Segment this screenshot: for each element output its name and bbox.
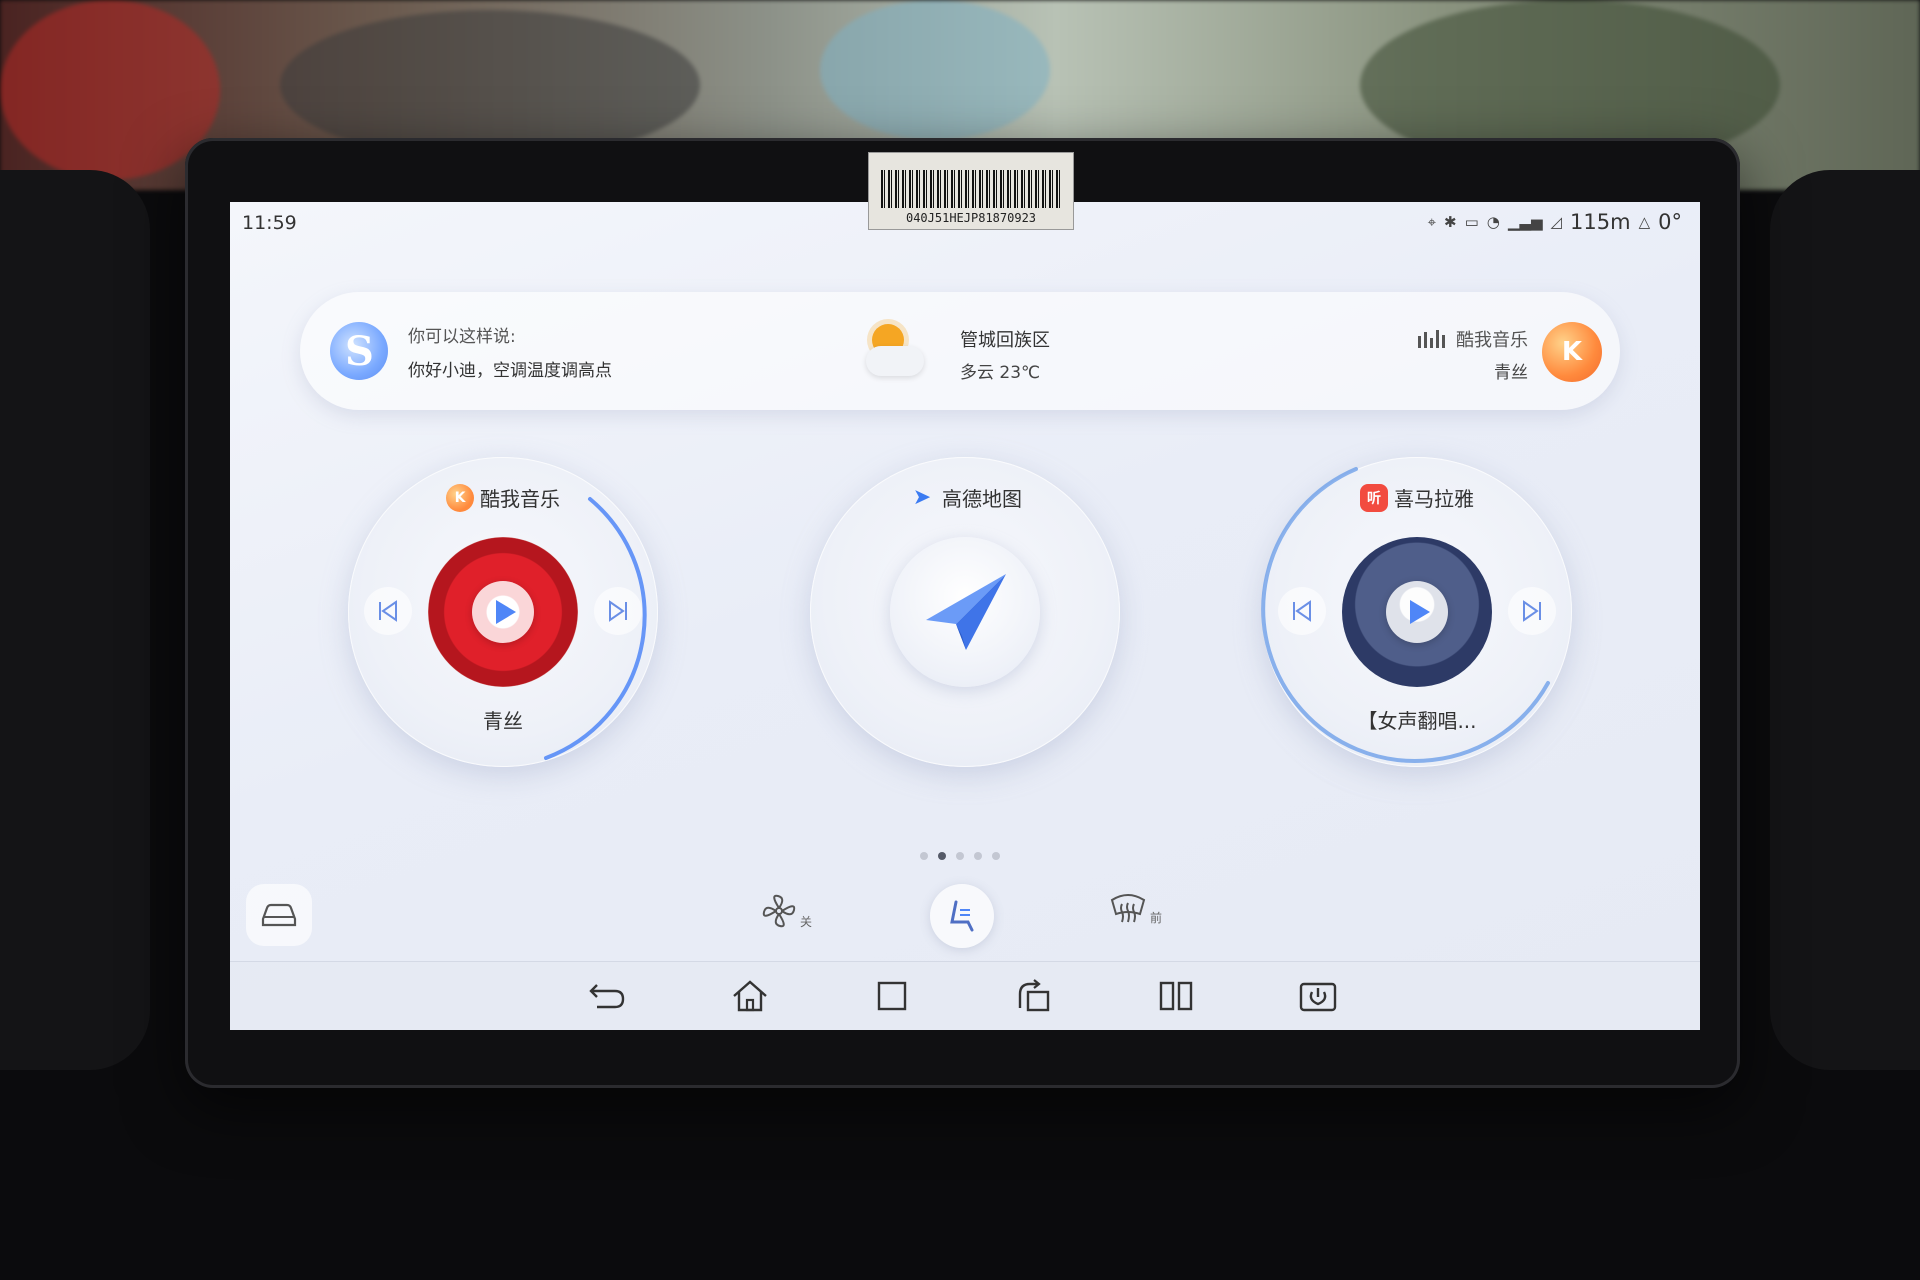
mini-music-app[interactable]: 酷我音乐 [1418,326,1528,352]
barcode-number: 040J51HEJP81870923 [905,211,1037,225]
play-icon [1409,600,1430,624]
card-header: K 酷我音乐 [348,483,658,512]
altitude-value: 115m [1570,210,1631,234]
rotate-screen-icon [1018,979,1050,1012]
voice-assistant-icon[interactable]: S [330,322,388,380]
partly-cloudy-icon [860,320,930,380]
skip-next-icon [1523,600,1541,622]
previous-track-button[interactable] [364,587,412,635]
recent-apps-button[interactable] [871,976,913,1016]
page-dot[interactable] [920,852,928,860]
system-navigation-bar [230,961,1700,1030]
slope-icon: △ [1638,213,1651,231]
mini-music-song: 青丝 [1494,363,1528,383]
infotainment-screen: 11:59 ⌖ ✱ ▭ ◔ ▁▃▅ ◿ 115m △ 0° S 你可以这样说: … [230,202,1700,1030]
split-screen-button[interactable] [1155,976,1197,1016]
current-song: 青丝 [483,709,523,733]
ximalaya-app-icon: 听 [1360,483,1388,512]
card-header: 听 喜马拉雅 [1262,483,1572,512]
play-icon [495,600,516,624]
car-status-icon: ▭ [1464,213,1479,231]
barcode [881,170,1061,208]
card-app-name: 酷我音乐 [480,487,560,511]
back-arrow-icon [589,984,625,1009]
home-icon [733,980,767,1012]
voice-hint-title: 你可以这样说: [408,327,516,347]
status-time: 11:59 [242,212,297,234]
signal-icon: ▁▃▅ [1507,213,1543,231]
page-dot-active[interactable] [938,852,946,860]
barcode-sticker: 040J51HEJP81870923 [868,152,1074,230]
front-defrost-button[interactable]: 前 [1108,892,1162,926]
ximalaya-card[interactable]: 听 喜马拉雅 【女声翻唱... [1261,457,1572,767]
amap-navigation-card[interactable]: ➤ 高德地图 [810,457,1120,767]
amap-app-icon: ➤ [912,485,932,510]
play-button[interactable] [472,581,534,643]
back-button[interactable] [587,976,629,1016]
power-icon [1299,982,1337,1012]
square-icon [877,981,907,1011]
page-dot[interactable] [974,852,982,860]
album-cover [428,537,578,687]
kuwo-music-card[interactable]: K 酷我音乐 青丝 [348,457,658,767]
vehicle-button[interactable] [246,884,312,946]
car-icon [261,903,297,927]
next-track-button[interactable] [1508,587,1556,635]
climate-control-row: 关 前 [230,880,1700,954]
skip-previous-icon [379,600,397,622]
seat-ventilation-button[interactable] [930,884,994,948]
skip-previous-icon [1293,600,1311,622]
skip-next-icon [609,600,627,622]
slope-value: 0° [1658,210,1682,234]
page-dot[interactable] [992,852,1000,860]
front-defrost-icon [1110,894,1146,923]
dashboard-left-vent [0,170,150,1070]
audio-bars-icon [1418,330,1445,348]
previous-track-button[interactable] [1278,587,1326,635]
wifi-icon: ◔ [1486,213,1500,231]
paper-plane-icon [926,574,1006,650]
fan-icon [762,894,796,928]
mini-music-app-name: 酷我音乐 [1456,330,1528,351]
card-app-name: 喜马拉雅 [1394,487,1474,511]
next-track-button[interactable] [594,587,642,635]
fan-button[interactable]: 关 [760,892,812,930]
altitude-icon: ◿ [1550,213,1563,231]
play-button[interactable] [1386,581,1448,643]
location-icon: ⌖ [1427,213,1437,231]
voice-hint-text: 你好小迪，空调温度调高点 [408,361,612,381]
rotate-screen-button[interactable] [1013,976,1055,1016]
split-screen-icon [1159,981,1193,1011]
card-header: ➤ 高德地图 [810,483,1120,512]
weather-info: 多云 23℃ [960,363,1041,383]
weather-location[interactable]: 管城回族区 [960,326,1050,352]
status-bar-right: ⌖ ✱ ▭ ◔ ▁▃▅ ◿ 115m △ 0° [1428,210,1682,234]
voice-assistant-bar[interactable]: S 你可以这样说: 你好小迪，空调温度调高点 管城回族区 多云 23℃ 酷我音乐… [300,292,1620,410]
fan-state: 关 [800,915,813,929]
page-indicator [920,852,1000,860]
home-button[interactable] [729,976,771,1016]
dashboard-right-vent [1770,170,1920,1070]
album-cover [1342,537,1492,687]
kuwo-app-icon: K [446,483,474,512]
screen-off-button[interactable] [1297,976,1339,1016]
defrost-state: 前 [1150,911,1163,925]
page-dot[interactable] [956,852,964,860]
card-app-name: 高德地图 [942,487,1022,511]
current-episode: 【女声翻唱... [1357,709,1477,733]
bluetooth-icon: ✱ [1444,213,1457,231]
navigation-launch-button[interactable] [890,537,1040,687]
kuwo-logo-icon[interactable]: K [1542,322,1602,382]
seat-ventilation-icon [950,900,974,932]
